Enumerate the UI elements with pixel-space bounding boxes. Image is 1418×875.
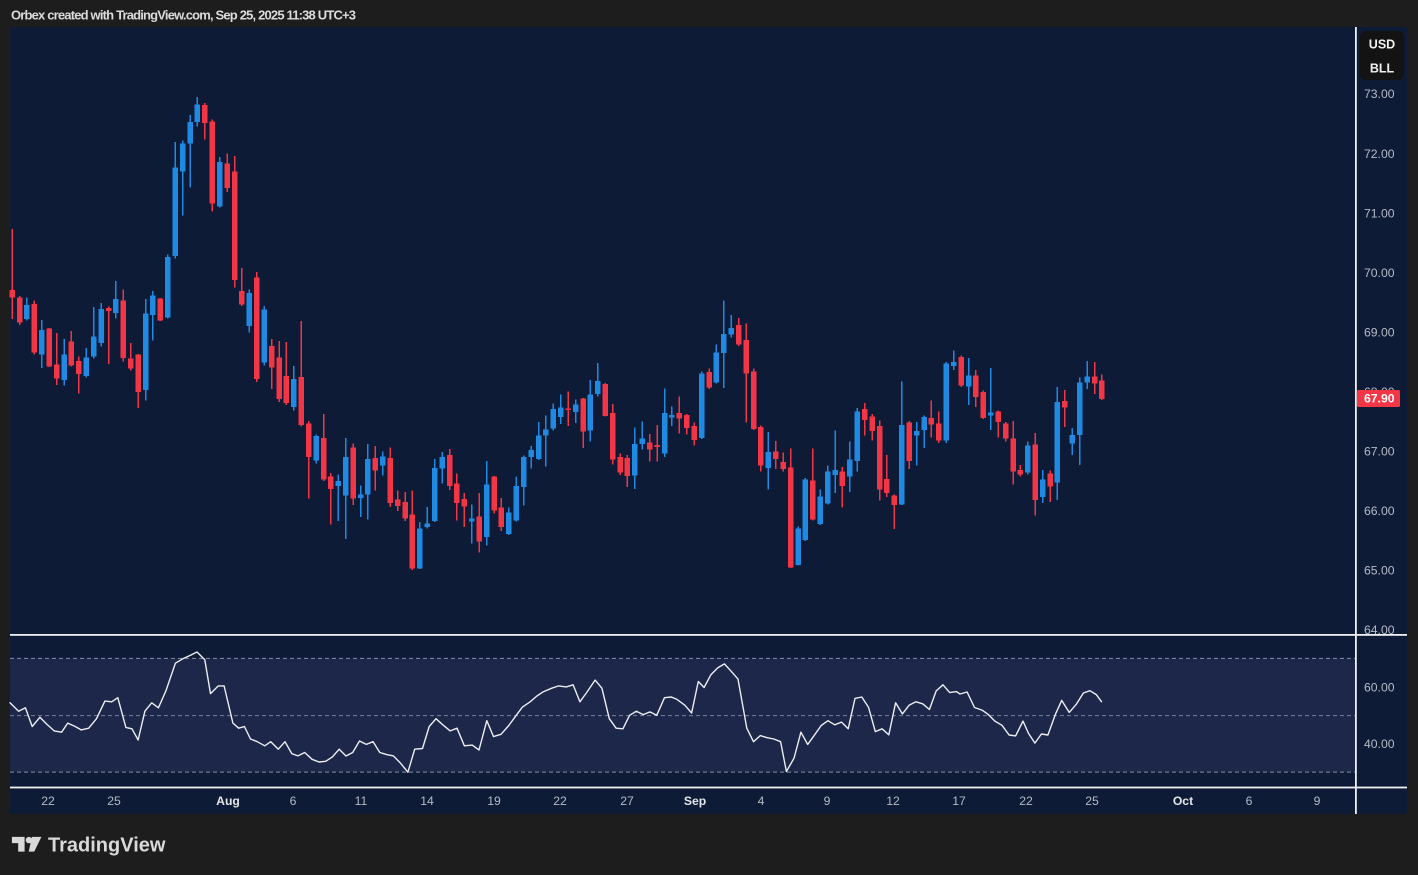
svg-text:BLL: BLL <box>1370 62 1395 76</box>
svg-text:Orbex created with TradingView: Orbex created with TradingView.com, Sep … <box>11 8 356 23</box>
svg-text:USD: USD <box>1369 38 1395 52</box>
svg-text:TradingView: TradingView <box>48 835 166 857</box>
svg-text:73.00: 73.00 <box>1364 87 1395 101</box>
svg-text:27: 27 <box>620 794 634 808</box>
svg-text:70.00: 70.00 <box>1364 266 1395 280</box>
svg-text:12: 12 <box>886 794 900 808</box>
svg-text:19: 19 <box>487 794 501 808</box>
svg-text:67.90: 67.90 <box>1364 392 1395 406</box>
svg-text:40.00: 40.00 <box>1364 737 1395 751</box>
svg-text:71.00: 71.00 <box>1364 206 1395 220</box>
svg-text:25: 25 <box>1085 794 1099 808</box>
svg-text:11: 11 <box>355 794 368 808</box>
svg-text:22: 22 <box>41 794 55 808</box>
svg-text:6: 6 <box>1246 794 1253 808</box>
svg-text:65.00: 65.00 <box>1364 564 1395 578</box>
svg-text:17: 17 <box>952 794 966 808</box>
svg-text:Oct: Oct <box>1173 794 1193 808</box>
svg-text:9: 9 <box>824 794 831 808</box>
svg-text:64.00: 64.00 <box>1364 623 1395 637</box>
svg-text:6: 6 <box>290 794 297 808</box>
svg-text:72.00: 72.00 <box>1364 147 1395 161</box>
svg-text:22: 22 <box>1019 794 1033 808</box>
svg-text:4: 4 <box>758 794 765 808</box>
svg-text:Sep: Sep <box>684 794 706 808</box>
svg-text:14: 14 <box>420 794 434 808</box>
svg-text:67.00: 67.00 <box>1364 445 1395 459</box>
svg-text:9: 9 <box>1314 794 1321 808</box>
svg-text:22: 22 <box>553 794 567 808</box>
svg-text:66.00: 66.00 <box>1364 504 1395 518</box>
svg-text:25: 25 <box>107 794 121 808</box>
svg-text:Aug: Aug <box>216 794 240 808</box>
svg-text:60.00: 60.00 <box>1364 681 1395 695</box>
svg-text:69.00: 69.00 <box>1364 325 1395 339</box>
